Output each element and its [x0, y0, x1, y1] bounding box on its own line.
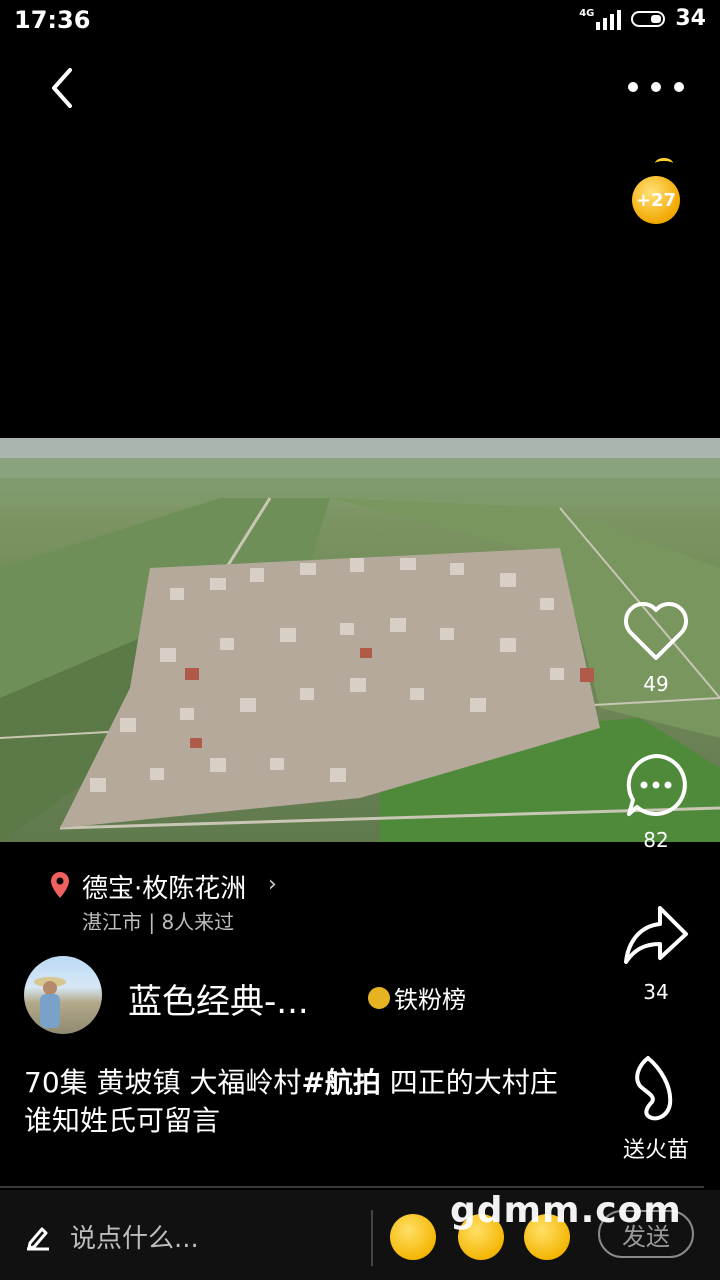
like-count: 49: [643, 672, 669, 696]
share-icon: [624, 906, 688, 964]
send-flame-label: 送火苗: [622, 1138, 689, 1163]
coin-timer-arc: [655, 158, 673, 169]
separator: [371, 1210, 373, 1266]
fan-ranking-label: 铁粉榜: [394, 986, 466, 1014]
share-button[interactable]: 34: [611, 900, 701, 1004]
comment-count: 82: [643, 828, 669, 852]
battery-icon: [631, 10, 666, 27]
heart-icon: [624, 602, 688, 660]
avatar[interactable]: [24, 956, 102, 1034]
status-time: 17:36: [14, 6, 91, 34]
more-button[interactable]: [628, 72, 684, 102]
status-icons: 4G 34: [579, 6, 706, 31]
divider: [0, 1186, 704, 1188]
hashtag-link[interactable]: #航拍: [301, 1066, 380, 1099]
battery-level: 34: [675, 6, 706, 31]
emoji-smile-icon[interactable]: [390, 1214, 436, 1260]
chevron-right-icon: ›: [268, 872, 277, 897]
comment-icon: [626, 754, 687, 816]
signal-icon: [596, 8, 622, 30]
location-pin-icon: [51, 872, 69, 898]
author-name[interactable]: 蓝色经典-...: [128, 974, 309, 1023]
location-name[interactable]: 德宝·枚陈花洲: [82, 868, 246, 905]
location-subtitle: 湛江市 | 8人来过: [82, 910, 235, 934]
edit-icon: [27, 1227, 49, 1250]
coin-reward-button[interactable]: +27: [632, 176, 680, 224]
watermark: gdmm.com: [450, 1190, 682, 1231]
share-count: 34: [643, 980, 669, 1004]
medal-icon: [368, 986, 390, 1009]
send-flame-button[interactable]: 送火苗: [611, 1052, 701, 1164]
comment-button[interactable]: 82: [611, 750, 701, 852]
flame-icon: [635, 1056, 673, 1121]
back-button[interactable]: [40, 64, 88, 112]
more-icon: [628, 82, 638, 92]
like-button[interactable]: 49: [611, 598, 701, 696]
fan-ranking-button[interactable]: 铁粉榜: [368, 980, 466, 1015]
comment-input[interactable]: 说点什么...: [24, 1218, 199, 1255]
post-caption: 70集 黄坡镇 大福岭村#航拍 四正的大村庄 谁知姓氏可留言: [24, 1066, 558, 1137]
comment-placeholder: 说点什么...: [70, 1224, 199, 1254]
back-icon: [52, 68, 72, 108]
network-label: 4G: [579, 7, 595, 19]
